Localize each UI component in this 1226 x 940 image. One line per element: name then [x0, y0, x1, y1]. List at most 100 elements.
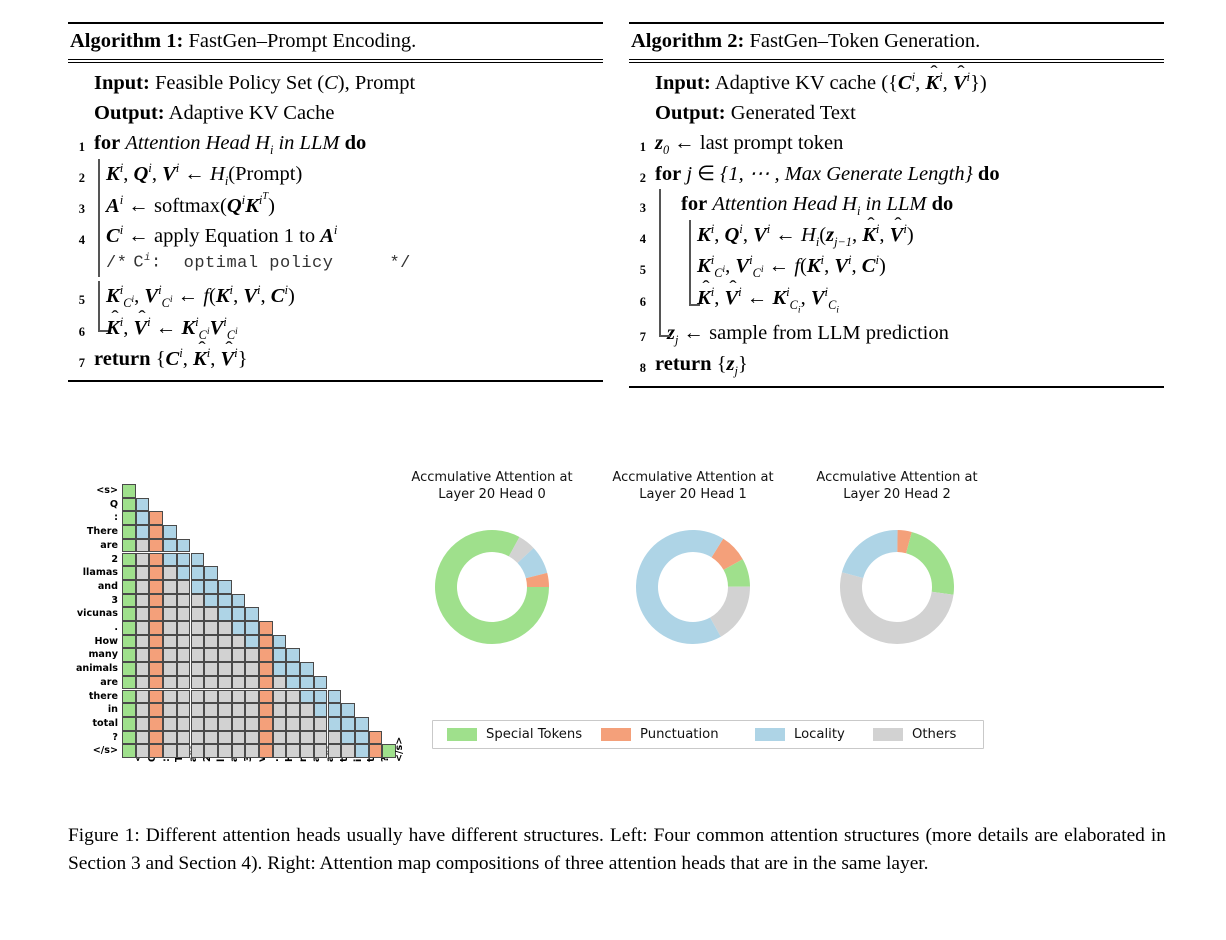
- matrix-cell: [217, 648, 232, 663]
- line-number: 3: [78, 202, 85, 217]
- matrix-cell: [122, 593, 136, 608]
- matrix-cell: [190, 662, 205, 676]
- legend-item: Punctuation: [601, 727, 719, 742]
- matrix-cell: [245, 675, 259, 690]
- matrix-cell: [217, 716, 232, 731]
- matrix-column-label: :: [160, 758, 172, 762]
- matrix-cell: [259, 648, 273, 663]
- matrix-cell: [163, 689, 177, 704]
- matrix-cell: [231, 703, 246, 717]
- matrix-cell: [163, 744, 177, 758]
- line-number: 5: [639, 263, 646, 278]
- algo2-line-4: 4 Ki, Qi, Vi ← Hi(zj−1, K̂i, V̂i): [629, 220, 1164, 252]
- matrix-cell: [259, 689, 273, 704]
- matrix-cell: [176, 552, 191, 567]
- matrix-cell: [204, 621, 218, 635]
- algo2-line-1: 1 z0 ← last prompt token: [629, 128, 1164, 159]
- prompt-word: Prompt: [235, 162, 296, 185]
- matrix-cell: [176, 648, 191, 663]
- matrix-cell: [286, 716, 301, 731]
- do-keyword: do: [977, 162, 1000, 185]
- matrix-cell: [190, 675, 205, 690]
- matrix-cell: [272, 634, 287, 649]
- donut-head-0-ring: [435, 530, 549, 644]
- algorithm-1-body: Input: Feasible Policy Set (C), Prompt O…: [68, 63, 603, 380]
- matrix-cell: [176, 634, 191, 649]
- algo2-input-line: Input: Adaptive KV cache ({Ci, K̂i, V̂i}…: [629, 68, 1164, 98]
- legend-swatch: [873, 728, 903, 741]
- matrix-row-label: <s>: [96, 485, 118, 496]
- matrix-cell: [245, 648, 259, 663]
- matrix-cell: [231, 689, 246, 704]
- algorithm-2-body: Input: Adaptive KV cache ({Ci, K̂i, V̂i}…: [629, 63, 1164, 386]
- algo1-line-7: 7 return {Ci, K̂i, V̂i}: [68, 344, 603, 374]
- output-label: Output:: [655, 101, 726, 124]
- donut-head-1: Accmulative Attention at Layer 20 Head 1: [612, 469, 788, 644]
- line-number: 6: [639, 294, 646, 309]
- matrix-cell: [259, 675, 273, 690]
- matrix-row-label: How: [94, 635, 118, 647]
- comment-body: optimal policy: [183, 253, 334, 273]
- donut-head-0-title: Accmulative Attention at Layer 20 Head 0: [411, 470, 573, 503]
- matrix-row-label: many: [88, 649, 118, 661]
- line-number: 4: [78, 233, 85, 248]
- matrix-cell: [217, 579, 232, 594]
- matrix-cell: [122, 744, 136, 758]
- matrix-cell: [149, 703, 164, 717]
- matrix-cell: [217, 703, 232, 717]
- matrix-cell: [245, 730, 259, 745]
- matrix-cell: [368, 730, 383, 745]
- softmax-word: softmax: [153, 195, 221, 218]
- matrix-cell: [217, 662, 232, 676]
- matrix-cell: [245, 716, 259, 731]
- matrix-cell: [190, 689, 205, 704]
- matrix-cell: [341, 744, 355, 758]
- last-prompt-token-text: last prompt token: [699, 131, 844, 154]
- matrix-cell: [135, 689, 150, 704]
- matrix-cell: [259, 662, 273, 676]
- matrix-cell: [190, 566, 205, 580]
- legend-label: Punctuation: [640, 727, 719, 742]
- matrix-row-label: are: [100, 539, 118, 551]
- matrix-cell: [217, 689, 232, 704]
- algo1-line-3: 3 Ai ← softmax(QiKiT): [68, 190, 603, 222]
- matrix-cell: [272, 662, 287, 676]
- matrix-cell: [354, 730, 369, 745]
- matrix-cell: [176, 662, 191, 676]
- matrix-cell: [190, 621, 205, 635]
- for-keyword: for: [681, 193, 708, 216]
- matrix-cell: [163, 716, 177, 731]
- matrix-cell: [122, 579, 136, 594]
- legend-swatch: [601, 728, 631, 741]
- algorithm-1-name: FastGen–Prompt Encoding.: [188, 30, 417, 52]
- matrix-cell: [327, 689, 342, 704]
- matrix-cell: [259, 744, 273, 758]
- matrix-cell: [204, 593, 218, 608]
- algorithm-1-title: Algorithm 1: FastGen–Prompt Encoding.: [68, 24, 603, 59]
- matrix-cell: [122, 538, 136, 553]
- lineno-blank: [68, 251, 90, 261]
- algorithm-2-name: FastGen–Token Generation.: [749, 30, 981, 52]
- matrix-cell: [163, 552, 177, 567]
- matrix-cell: [272, 703, 287, 717]
- matrix-cell: [176, 730, 191, 745]
- donut-head-2: Accmulative Attention at Layer 20 Head 2: [816, 469, 992, 644]
- matrix-cell: [231, 593, 246, 608]
- output-label: Output:: [94, 101, 165, 124]
- algorithms-container: Algorithm 1: FastGen–Prompt Encoding. In…: [68, 22, 1164, 388]
- matrix-cell: [135, 730, 150, 745]
- matrix-cell: [149, 716, 164, 731]
- matrix-cell: [217, 730, 232, 745]
- legend-label: Special Tokens: [486, 727, 583, 742]
- range-set: {1, ⋯ , Max Generate Length}: [720, 162, 973, 185]
- matrix-cell: [176, 607, 191, 621]
- matrix-cell: [149, 662, 164, 676]
- rule-bottom: [68, 379, 603, 382]
- algo1-comment-line: /* Ci: optimal policy */: [68, 251, 603, 281]
- matrix-cell: [163, 662, 177, 676]
- matrix-row-label: There: [86, 526, 118, 538]
- algo1-input-line: Input: Feasible Policy Set (C), Prompt: [68, 68, 603, 98]
- matrix-row-label: ?: [112, 731, 118, 743]
- matrix-row-label: animals: [75, 663, 118, 675]
- matrix-cell: [163, 730, 177, 745]
